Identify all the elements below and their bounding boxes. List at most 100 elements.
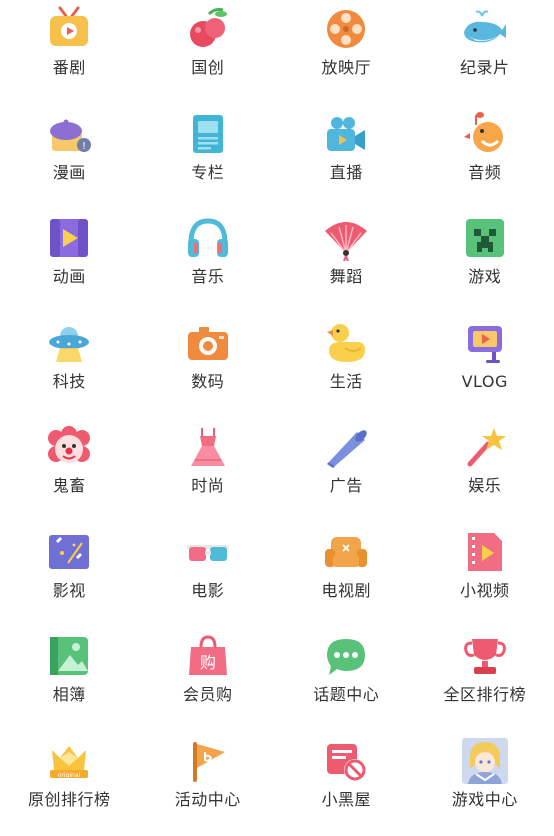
beret-book-icon: ! xyxy=(46,111,92,157)
channel-label: 相簿 xyxy=(53,685,86,705)
channel-label: 小黑屋 xyxy=(321,790,371,810)
channel-label: 话题中心 xyxy=(313,685,379,705)
flag-icon xyxy=(185,738,231,784)
clapper-board-icon xyxy=(46,529,92,575)
channel-item-vlog[interactable]: VLOG xyxy=(416,314,554,419)
channel-label: 生活 xyxy=(330,372,363,392)
star-wand-icon xyxy=(462,424,508,470)
channel-item-whale[interactable]: 纪录片 xyxy=(416,0,554,105)
camera-icon xyxy=(323,111,369,157)
video-file-icon xyxy=(462,529,508,575)
channel-label: 电视剧 xyxy=(321,581,371,601)
channel-grid: 番剧 国创 放映厅 纪录片! 漫画 专栏 直播 音频动画 音乐 舞蹈 游戏科技 数码 生活 VLOG 鬼畜 时… xyxy=(0,0,554,810)
svg-text:original: original xyxy=(58,772,81,779)
channel-item-game-center-avatar[interactable]: 游戏中心 xyxy=(416,732,554,836)
channel-label: 游戏中心 xyxy=(452,790,518,810)
channel-item-shopping-bag[interactable]: 购会员购 xyxy=(139,627,278,732)
whale-icon xyxy=(462,6,508,52)
channel-item-banned[interactable]: 小黑屋 xyxy=(277,732,416,836)
tv-icon xyxy=(46,6,92,52)
channel-label: 电影 xyxy=(191,581,224,601)
channel-item-camera[interactable]: 直播 xyxy=(277,105,416,210)
svg-text:!: ! xyxy=(82,141,86,152)
svg-text:购: 购 xyxy=(200,653,216,672)
channel-label: 放映厅 xyxy=(321,58,371,78)
channel-item-flag[interactable]: 活动中心 xyxy=(139,732,278,836)
channel-item-photo-album[interactable]: 相簿 xyxy=(0,627,139,732)
channel-item-tv[interactable]: 番剧 xyxy=(0,0,139,105)
channel-label: 数码 xyxy=(191,372,224,392)
channel-label: 原创排行榜 xyxy=(28,790,111,810)
sofa-icon xyxy=(323,529,369,575)
channel-label: 国创 xyxy=(191,58,224,78)
chat-bubble-icon xyxy=(323,633,369,679)
film-reel-icon xyxy=(323,6,369,52)
trophy-icon xyxy=(462,633,508,679)
digital-camera-icon xyxy=(185,320,231,366)
channel-item-dress[interactable]: 时尚 xyxy=(139,418,278,523)
channel-item-star-wand[interactable]: 娱乐 xyxy=(416,418,554,523)
banned-icon xyxy=(323,738,369,784)
megaphone-icon xyxy=(323,424,369,470)
game-center-avatar-icon xyxy=(462,738,508,784)
channel-item-megaphone[interactable]: 广告 xyxy=(277,418,416,523)
channel-item-trophy[interactable]: 全区排行榜 xyxy=(416,627,554,732)
article-icon xyxy=(185,111,231,157)
channel-label: 音频 xyxy=(468,163,501,183)
channel-label: 小视频 xyxy=(460,581,510,601)
channel-label: 纪录片 xyxy=(460,58,510,78)
channel-label: 广告 xyxy=(330,476,363,496)
clown-icon xyxy=(46,424,92,470)
channel-label: 音乐 xyxy=(191,267,224,287)
channel-label: 专栏 xyxy=(191,163,224,183)
channel-item-sofa[interactable]: 电视剧 xyxy=(277,523,416,628)
cherry-icon xyxy=(185,6,231,52)
animation-play-icon xyxy=(46,215,92,261)
channel-label: 直播 xyxy=(330,163,363,183)
3d-glasses-icon xyxy=(185,529,231,575)
channel-item-cherry[interactable]: 国创 xyxy=(139,0,278,105)
creeper-icon xyxy=(462,215,508,261)
channel-item-article[interactable]: 专栏 xyxy=(139,105,278,210)
channel-item-headphones[interactable]: 音乐 xyxy=(139,209,278,314)
channel-item-film-reel[interactable]: 放映厅 xyxy=(277,0,416,105)
dress-icon xyxy=(185,424,231,470)
channel-label: 游戏 xyxy=(468,267,501,287)
headphones-icon xyxy=(185,215,231,261)
channel-label: 娱乐 xyxy=(468,476,501,496)
fan-icon xyxy=(323,215,369,261)
channel-label: 全区排行榜 xyxy=(443,685,526,705)
channel-item-chat-bubble[interactable]: 话题中心 xyxy=(277,627,416,732)
channel-label: 活动中心 xyxy=(175,790,241,810)
channel-item-3d-glasses[interactable]: 电影 xyxy=(139,523,278,628)
channel-label: 番剧 xyxy=(53,58,86,78)
channel-label: 科技 xyxy=(53,372,86,392)
channel-item-fan[interactable]: 舞蹈 xyxy=(277,209,416,314)
channel-label: VLOG xyxy=(462,372,508,392)
channel-item-beret-book[interactable]: ! 漫画 xyxy=(0,105,139,210)
channel-item-original-crown[interactable]: original 原创排行榜 xyxy=(0,732,139,836)
channel-label: 时尚 xyxy=(191,476,224,496)
channel-label: 动画 xyxy=(53,267,86,287)
channel-item-video-file[interactable]: 小视频 xyxy=(416,523,554,628)
rubber-duck-icon xyxy=(323,320,369,366)
photo-album-icon xyxy=(46,633,92,679)
channel-item-digital-camera[interactable]: 数码 xyxy=(139,314,278,419)
vlog-icon xyxy=(462,320,508,366)
channel-label: 影视 xyxy=(53,581,86,601)
bird-icon xyxy=(462,111,508,157)
channel-item-clown[interactable]: 鬼畜 xyxy=(0,418,139,523)
ufo-icon xyxy=(46,320,92,366)
channel-item-clapper-board[interactable]: 影视 xyxy=(0,523,139,628)
channel-label: 漫画 xyxy=(53,163,86,183)
channel-label: 会员购 xyxy=(183,685,233,705)
shopping-bag-icon: 购 xyxy=(185,633,231,679)
channel-item-ufo[interactable]: 科技 xyxy=(0,314,139,419)
channel-item-creeper[interactable]: 游戏 xyxy=(416,209,554,314)
channel-label: 鬼畜 xyxy=(53,476,86,496)
original-crown-icon: original xyxy=(46,738,92,784)
channel-item-bird[interactable]: 音频 xyxy=(416,105,554,210)
channel-item-animation-play[interactable]: 动画 xyxy=(0,209,139,314)
channel-item-rubber-duck[interactable]: 生活 xyxy=(277,314,416,419)
channel-label: 舞蹈 xyxy=(330,267,363,287)
